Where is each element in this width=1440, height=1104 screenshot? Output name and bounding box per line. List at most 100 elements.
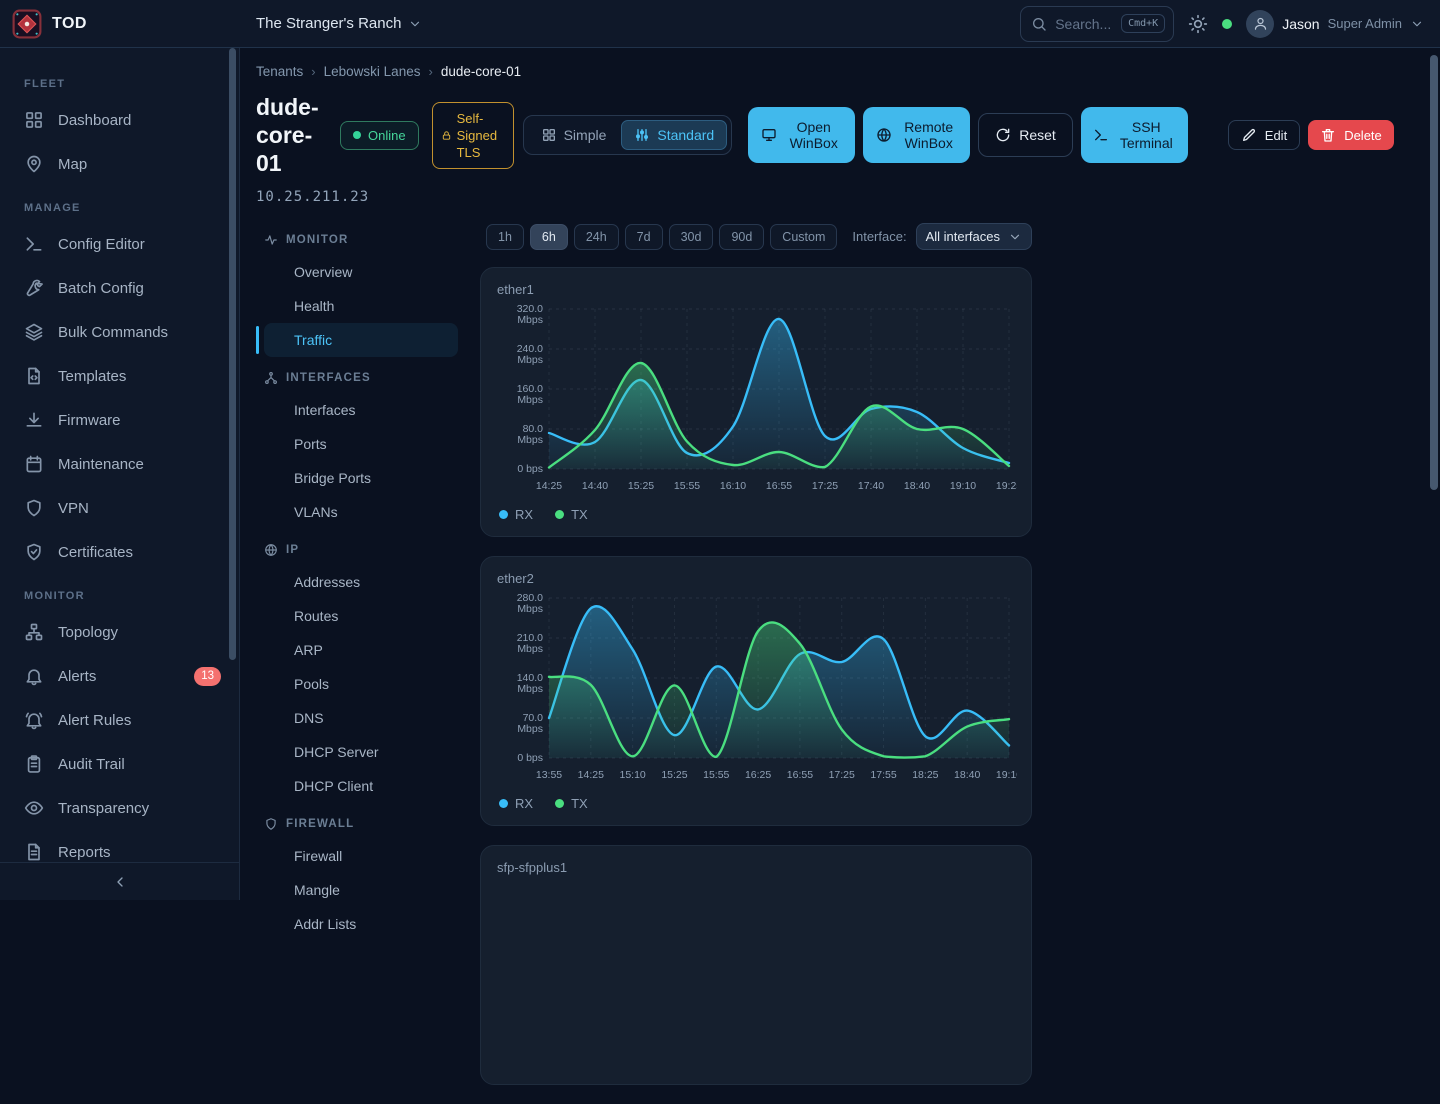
sidebar-section-fleet: FLEET bbox=[0, 62, 239, 98]
user-name: Jason bbox=[1282, 16, 1319, 32]
subnav-item-firewall[interactable]: Firewall bbox=[264, 839, 458, 873]
sidebar-collapse-button[interactable] bbox=[112, 874, 128, 890]
sidebar-item-vpn[interactable]: VPN bbox=[0, 486, 239, 530]
time-range-group: 1h6h24h7d30d90dCustom bbox=[486, 224, 837, 250]
svg-text:17:25: 17:25 bbox=[812, 480, 838, 492]
view-toggle-simple[interactable]: Simple bbox=[528, 120, 620, 150]
sidebar-item-alerts[interactable]: Alerts13 bbox=[0, 654, 239, 698]
edit-button[interactable]: Edit bbox=[1228, 120, 1300, 150]
sidebar-item-maintenance[interactable]: Maintenance bbox=[0, 442, 239, 486]
svg-text:210.0Mbps: 210.0Mbps bbox=[517, 632, 543, 655]
subnav-item-dns[interactable]: DNS bbox=[264, 701, 458, 735]
view-mode-toggle: Simple Standard bbox=[523, 115, 733, 155]
sidebar-item-batch-config[interactable]: Batch Config bbox=[0, 266, 239, 310]
network-icon bbox=[264, 371, 278, 385]
time-range-6h[interactable]: 6h bbox=[530, 224, 568, 250]
subnav-item-interfaces[interactable]: Interfaces bbox=[264, 393, 458, 427]
monitor-icon bbox=[761, 127, 777, 143]
sidebar-item-config-editor[interactable]: Config Editor bbox=[0, 222, 239, 266]
sidebar-item-transparency[interactable]: Transparency bbox=[0, 786, 239, 830]
breadcrumb-lebowski-lanes[interactable]: Lebowski Lanes bbox=[324, 64, 421, 79]
tls-badge-label: Self-Signed TLS bbox=[457, 110, 505, 161]
status-badge-label: Online bbox=[368, 128, 406, 143]
svg-text:320.0Mbps: 320.0Mbps bbox=[517, 303, 543, 326]
svg-text:15:55: 15:55 bbox=[674, 480, 700, 492]
ssh-terminal-button[interactable]: SSH Terminal bbox=[1081, 107, 1188, 163]
chevron-down-icon bbox=[1008, 230, 1022, 244]
time-range-1h[interactable]: 1h bbox=[486, 224, 524, 250]
legend-dot-icon bbox=[499, 510, 508, 519]
user-menu[interactable]: Jason Super Admin bbox=[1246, 10, 1424, 38]
remote-winbox-button[interactable]: Remote WinBox bbox=[863, 107, 970, 163]
view-toggle-standard[interactable]: Standard bbox=[621, 120, 727, 150]
sidebar-item-label: Transparency bbox=[58, 800, 221, 817]
subnav-item-arp[interactable]: ARP bbox=[264, 633, 458, 667]
svg-text:17:40: 17:40 bbox=[858, 480, 884, 492]
subnav-item-addr-lists[interactable]: Addr Lists bbox=[264, 907, 458, 941]
reset-button[interactable]: Reset bbox=[978, 113, 1073, 157]
time-range-24h[interactable]: 24h bbox=[574, 224, 619, 250]
sidebar-item-label: Map bbox=[58, 156, 221, 173]
breadcrumb-separator: › bbox=[311, 64, 315, 79]
breadcrumb-tenants[interactable]: Tenants bbox=[256, 64, 303, 79]
chart-title: ether2 bbox=[497, 571, 1015, 586]
app-logo-area: TOD bbox=[0, 0, 240, 47]
sidebar-item-templates[interactable]: Templates bbox=[0, 354, 239, 398]
delete-button[interactable]: Delete bbox=[1308, 120, 1394, 150]
subnav-item-overview[interactable]: Overview bbox=[264, 255, 458, 289]
svg-text:17:55: 17:55 bbox=[870, 769, 896, 781]
subnav-item-dhcp-server[interactable]: DHCP Server bbox=[264, 735, 458, 769]
sidebar-item-audit-trail[interactable]: Audit Trail bbox=[0, 742, 239, 786]
svg-text:14:25: 14:25 bbox=[578, 769, 604, 781]
svg-text:240.0Mbps: 240.0Mbps bbox=[517, 343, 543, 366]
subnav-item-traffic[interactable]: Traffic bbox=[264, 323, 458, 357]
sidebar-section-manage: MANAGE bbox=[0, 186, 239, 222]
view-toggle-label: Simple bbox=[564, 127, 607, 143]
theme-toggle-button[interactable] bbox=[1188, 14, 1208, 34]
button-label: Reset bbox=[1019, 127, 1056, 143]
avatar bbox=[1246, 10, 1274, 38]
svg-text:19:10: 19:10 bbox=[996, 769, 1017, 781]
sidebar-item-certificates[interactable]: Certificates bbox=[0, 530, 239, 574]
sidebar-item-label: Reports bbox=[58, 844, 221, 861]
subnav-item-ports[interactable]: Ports bbox=[264, 427, 458, 461]
time-range-90d[interactable]: 90d bbox=[719, 224, 764, 250]
subnav-item-bridge-ports[interactable]: Bridge Ports bbox=[264, 461, 458, 495]
interface-select-value: All interfaces bbox=[926, 229, 1000, 244]
subnav-item-vlans[interactable]: VLANs bbox=[264, 495, 458, 529]
layers-icon bbox=[24, 322, 44, 342]
file-text-icon bbox=[24, 842, 44, 862]
grid-icon bbox=[541, 127, 557, 143]
sidebar-item-dashboard[interactable]: Dashboard bbox=[0, 98, 239, 142]
subnav-group-label: MONITOR bbox=[286, 234, 349, 246]
interface-select[interactable]: All interfaces bbox=[916, 223, 1032, 250]
sidebar-item-alert-rules[interactable]: Alert Rules bbox=[0, 698, 239, 742]
subnav-item-dhcp-client[interactable]: DHCP Client bbox=[264, 769, 458, 803]
sidebar-item-map[interactable]: Map bbox=[0, 142, 239, 186]
sidebar-item-firmware[interactable]: Firmware bbox=[0, 398, 239, 442]
clipboard-icon bbox=[24, 754, 44, 774]
time-range-7d[interactable]: 7d bbox=[625, 224, 663, 250]
subnav-item-pools[interactable]: Pools bbox=[264, 667, 458, 701]
open-winbox-button[interactable]: Open WinBox bbox=[748, 107, 855, 163]
tls-badge: Self-Signed TLS bbox=[432, 102, 514, 169]
subnav-item-routes[interactable]: Routes bbox=[264, 599, 458, 633]
legend-dot-icon bbox=[555, 799, 564, 808]
search-input[interactable]: Search... Cmd+K bbox=[1020, 6, 1174, 42]
sidebar-item-bulk-commands[interactable]: Bulk Commands bbox=[0, 310, 239, 354]
lock-icon bbox=[441, 130, 452, 141]
device-actions: Open WinBoxRemote WinBox Reset SSH Termina… bbox=[748, 107, 1394, 163]
tenant-selector[interactable]: The Stranger's Ranch bbox=[256, 15, 422, 32]
time-range-custom[interactable]: Custom bbox=[770, 224, 837, 250]
time-range-30d[interactable]: 30d bbox=[669, 224, 714, 250]
legend-label: RX bbox=[515, 796, 533, 811]
page-scrollbar[interactable] bbox=[1430, 55, 1438, 490]
terminal-icon bbox=[24, 234, 44, 254]
subnav-item-addresses[interactable]: Addresses bbox=[264, 565, 458, 599]
sidebar-scrollbar[interactable] bbox=[229, 48, 236, 660]
subnav-item-health[interactable]: Health bbox=[264, 289, 458, 323]
sidebar-item-topology[interactable]: Topology bbox=[0, 610, 239, 654]
sidebar-item-label: Dashboard bbox=[58, 112, 221, 129]
subnav-item-mangle[interactable]: Mangle bbox=[264, 873, 458, 907]
button-label: Delete bbox=[1344, 128, 1382, 143]
